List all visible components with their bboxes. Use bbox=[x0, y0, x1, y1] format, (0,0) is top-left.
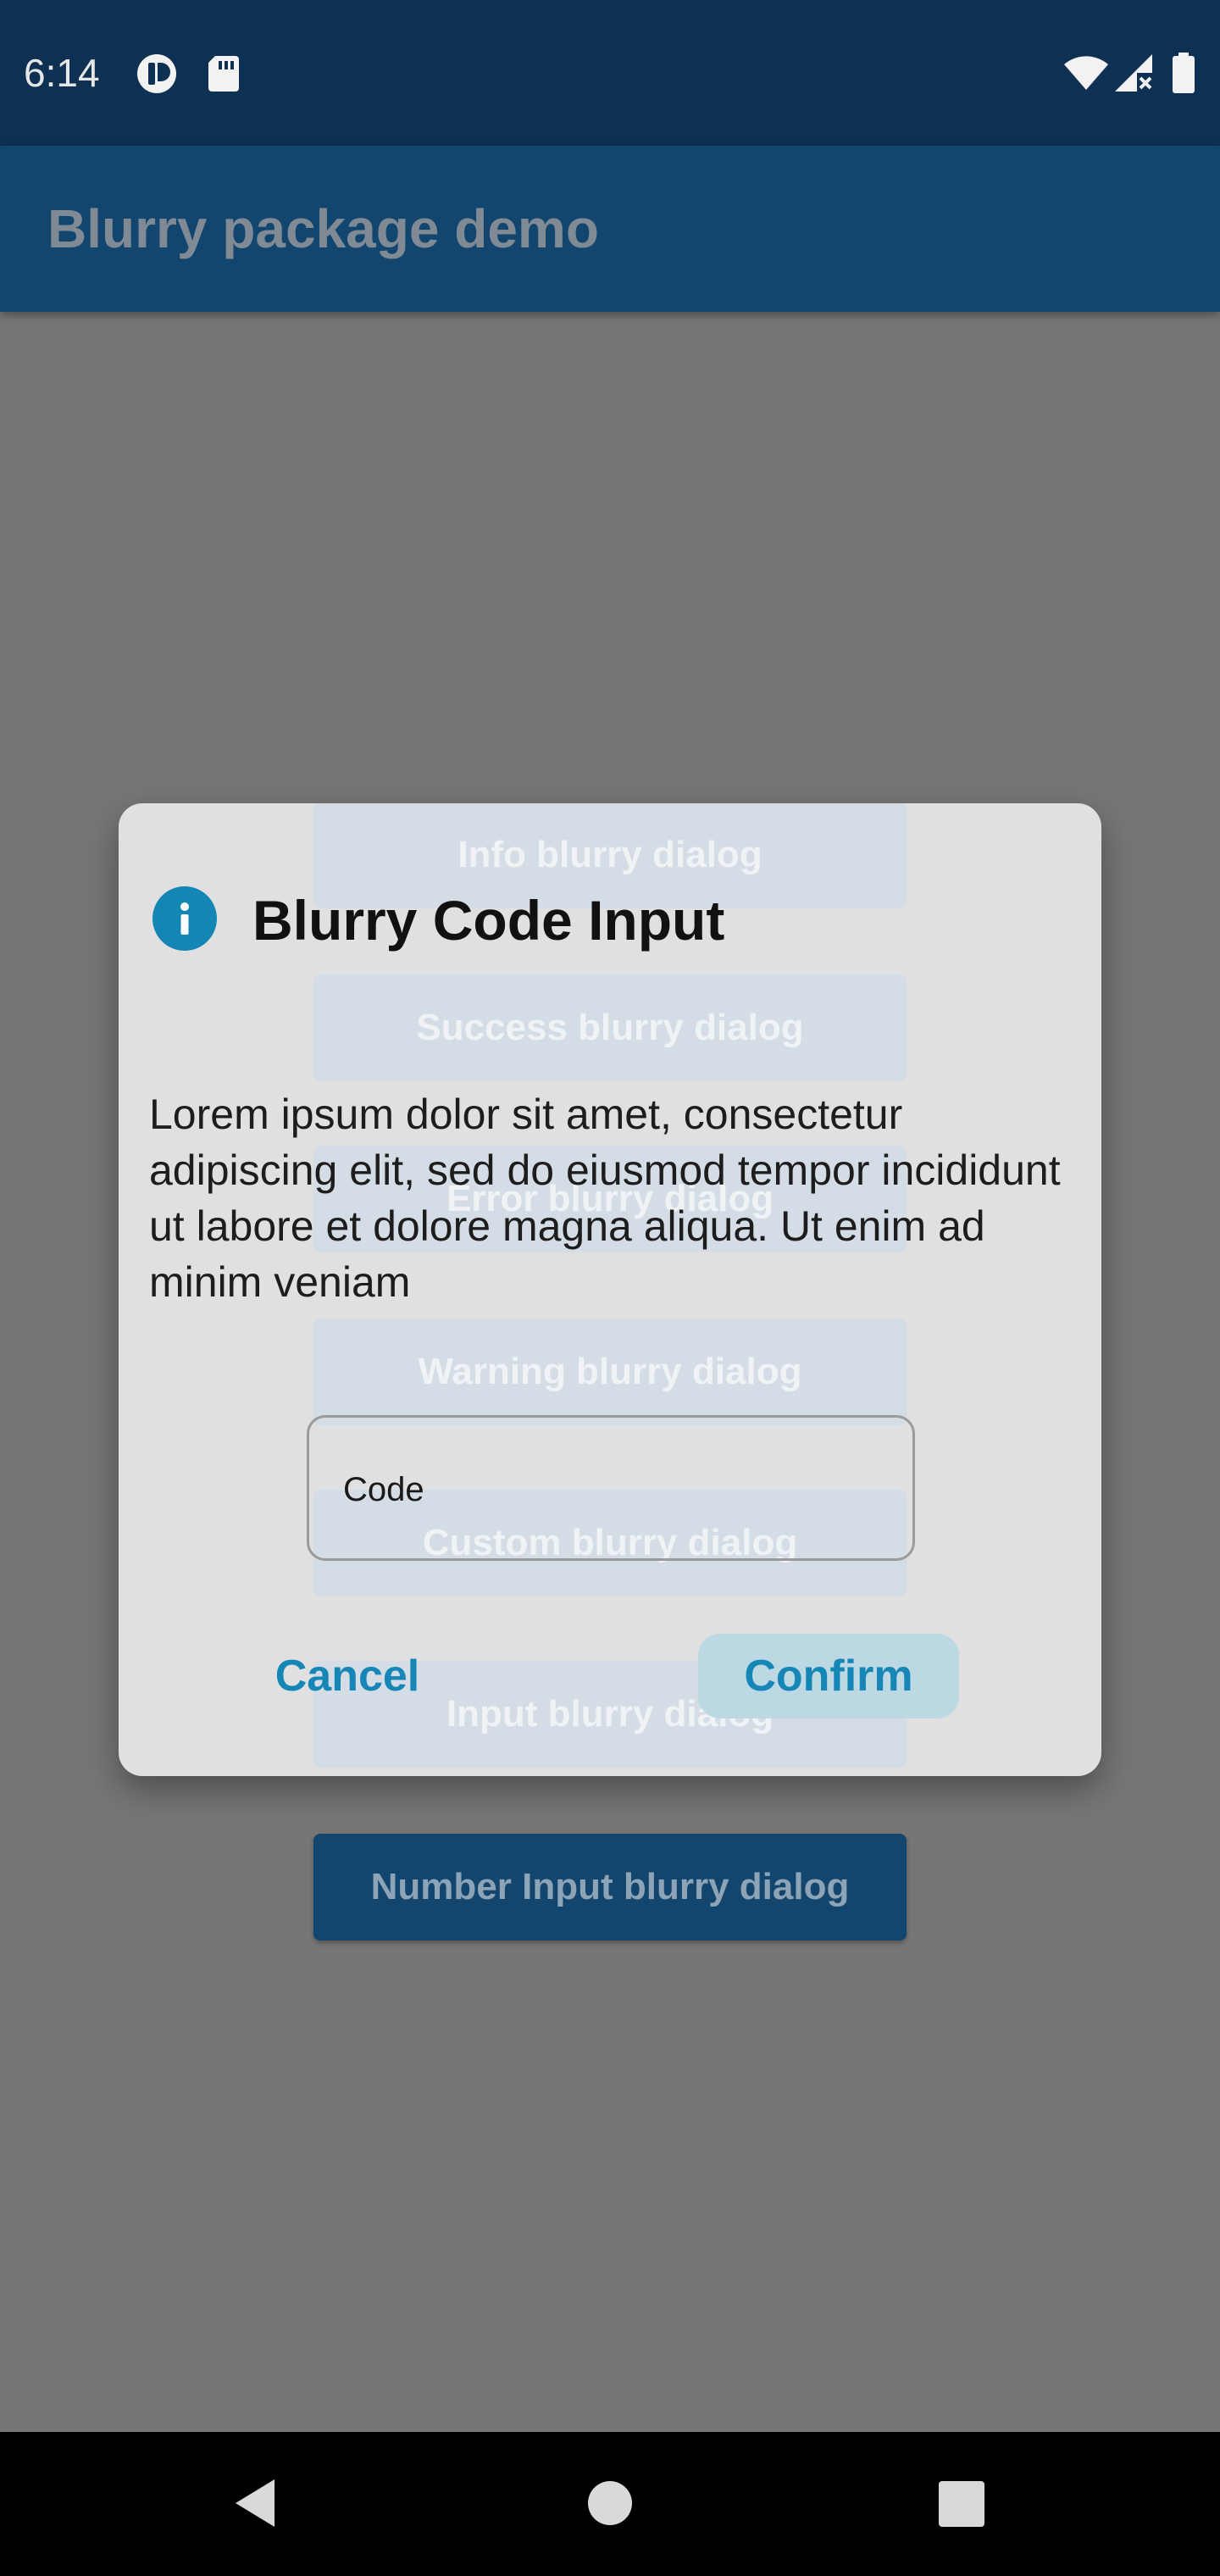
app-title: Blurry package demo bbox=[47, 198, 599, 259]
battery-icon bbox=[1171, 53, 1196, 93]
code-input-dialog: Info blurry dialog Success blurry dialog… bbox=[119, 803, 1101, 1776]
navigation-bar bbox=[0, 2432, 1220, 2576]
number-input-dialog-button[interactable]: Number Input blurry dialog bbox=[313, 1834, 907, 1940]
recents-icon[interactable] bbox=[939, 2481, 984, 2531]
back-icon[interactable] bbox=[230, 2476, 278, 2534]
sd-card-icon bbox=[207, 53, 241, 93]
wifi-icon bbox=[1062, 53, 1110, 93]
home-icon[interactable] bbox=[586, 2479, 634, 2531]
status-time: 6:14 bbox=[24, 51, 100, 95]
code-input-label: Code bbox=[343, 1471, 424, 1508]
code-input[interactable]: Code bbox=[307, 1415, 915, 1561]
tracker-app-icon bbox=[136, 53, 178, 93]
status-bar: 6:14 bbox=[0, 0, 1220, 146]
cancel-button[interactable]: Cancel bbox=[246, 1634, 449, 1718]
info-icon bbox=[152, 886, 217, 951]
confirm-button[interactable]: Confirm bbox=[698, 1634, 959, 1718]
app-bar: Blurry package demo bbox=[0, 146, 1220, 312]
dialog-body: Lorem ipsum dolor sit amet, consectetur … bbox=[149, 1091, 1061, 1306]
cellular-signal-icon bbox=[1113, 53, 1156, 93]
dialog-title: Blurry Code Input bbox=[252, 889, 725, 952]
